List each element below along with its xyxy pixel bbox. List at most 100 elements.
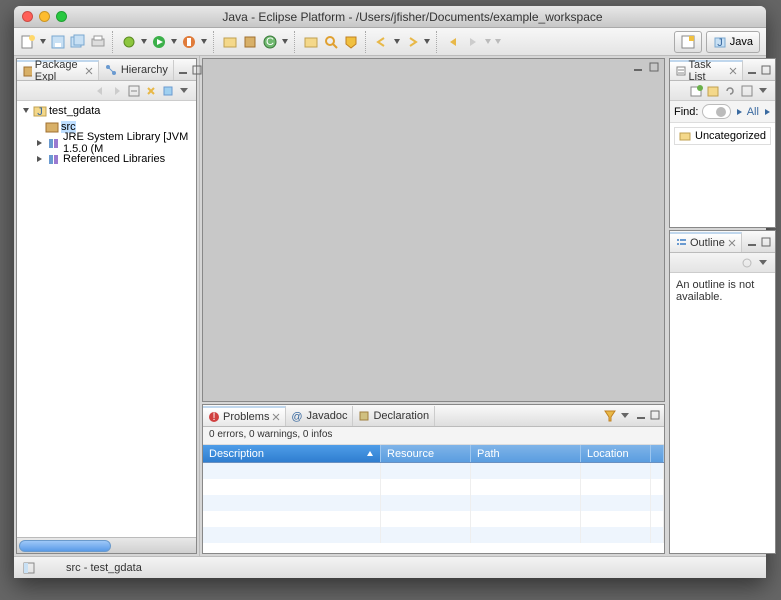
- dropdown-icon[interactable]: [40, 39, 46, 45]
- close-icon[interactable]: [85, 67, 93, 75]
- minimize-view-icon[interactable]: [746, 236, 758, 248]
- close-icon[interactable]: [729, 67, 737, 75]
- svg-text:!: !: [212, 411, 215, 423]
- find-input[interactable]: [702, 104, 730, 119]
- dropdown-icon[interactable]: [495, 39, 501, 45]
- twisty-collapsed-icon[interactable]: [35, 154, 45, 164]
- last-edit-icon[interactable]: [374, 34, 390, 50]
- problems-table-body[interactable]: [203, 463, 664, 553]
- view-menu-icon[interactable]: [757, 256, 771, 270]
- new-java-project-icon[interactable]: [222, 34, 238, 50]
- minimize-view-icon[interactable]: [635, 409, 647, 421]
- forward-history-icon[interactable]: [110, 84, 124, 98]
- task-list-body[interactable]: Uncategorized: [670, 123, 775, 227]
- clear-icon[interactable]: [716, 107, 726, 117]
- dropdown-icon[interactable]: [282, 39, 288, 45]
- column-path[interactable]: Path: [471, 445, 581, 462]
- new-wizard-icon[interactable]: [20, 34, 36, 50]
- minimize-view-icon[interactable]: [177, 64, 189, 76]
- tab-javadoc[interactable]: @ Javadoc: [286, 406, 353, 426]
- collapse-all-icon[interactable]: [740, 84, 754, 98]
- maximize-view-icon[interactable]: [649, 409, 661, 421]
- close-icon[interactable]: [272, 413, 280, 421]
- debug-icon[interactable]: [121, 34, 137, 50]
- tab-problems[interactable]: ! Problems: [203, 406, 286, 426]
- task-category[interactable]: Uncategorized: [674, 127, 771, 145]
- horizontal-scrollbar[interactable]: [17, 537, 196, 553]
- dropdown-icon[interactable]: [424, 39, 430, 45]
- synchronize-icon[interactable]: [723, 84, 737, 98]
- save-icon[interactable]: [50, 34, 66, 50]
- tab-outline[interactable]: Outline: [670, 232, 742, 252]
- column-location[interactable]: Location: [581, 445, 651, 462]
- maximize-view-icon[interactable]: [760, 64, 772, 76]
- focus-task-icon[interactable]: [740, 256, 754, 270]
- titlebar[interactable]: Java - Eclipse Platform - /Users/jfisher…: [14, 6, 766, 28]
- arrow-right-icon[interactable]: [763, 108, 771, 116]
- new-package-icon[interactable]: [242, 34, 258, 50]
- search-icon[interactable]: [323, 34, 339, 50]
- link-editor-icon[interactable]: [144, 84, 158, 98]
- task-find-row: Find: All: [670, 101, 775, 123]
- back-icon[interactable]: [445, 34, 461, 50]
- java-perspective-button[interactable]: J Java: [706, 31, 760, 53]
- new-class-icon[interactable]: C: [262, 34, 278, 50]
- close-icon[interactable]: [728, 239, 736, 247]
- tab-declaration[interactable]: Declaration: [353, 406, 435, 426]
- view-menu-icon[interactable]: [178, 84, 192, 98]
- close-window-button[interactable]: [22, 11, 33, 22]
- editor-area[interactable]: [202, 58, 665, 402]
- forward-icon[interactable]: [465, 34, 481, 50]
- tab-task-list[interactable]: Task List: [670, 60, 743, 80]
- open-perspective-button[interactable]: [674, 31, 702, 53]
- filters-icon[interactable]: [603, 409, 617, 423]
- fast-view-icon[interactable]: [22, 561, 36, 575]
- tree-project[interactable]: J test_gdata: [17, 103, 196, 119]
- table-row[interactable]: [203, 495, 664, 511]
- new-task-icon[interactable]: [689, 84, 703, 98]
- print-icon[interactable]: [90, 34, 106, 50]
- dropdown-icon[interactable]: [485, 39, 491, 45]
- dropdown-icon[interactable]: [394, 39, 400, 45]
- twisty-expanded-icon[interactable]: [21, 106, 31, 116]
- minimize-view-icon[interactable]: [746, 64, 758, 76]
- tree-jre-library[interactable]: JRE System Library [JVM 1.5.0 (M: [17, 135, 196, 151]
- toolbar-separator: [294, 31, 297, 53]
- annotation-icon[interactable]: [343, 34, 359, 50]
- collapse-all-icon[interactable]: [127, 84, 141, 98]
- dropdown-icon[interactable]: [141, 39, 147, 45]
- table-row[interactable]: [203, 511, 664, 527]
- dropdown-icon[interactable]: [171, 39, 177, 45]
- view-menu-icon[interactable]: [757, 84, 771, 98]
- save-all-icon[interactable]: [70, 34, 86, 50]
- tab-hierarchy[interactable]: Hierarchy: [99, 60, 174, 80]
- view-menu-icon[interactable]: [619, 409, 633, 423]
- column-resource[interactable]: Resource: [381, 445, 471, 462]
- external-tools-icon[interactable]: [181, 34, 197, 50]
- categorize-icon[interactable]: [706, 84, 720, 98]
- minimize-window-button[interactable]: [39, 11, 50, 22]
- back-history-icon[interactable]: [93, 84, 107, 98]
- scrollbar-thumb[interactable]: [19, 540, 111, 552]
- maximize-view-icon[interactable]: [760, 236, 772, 248]
- table-row[interactable]: [203, 463, 664, 479]
- java-project-icon: J: [33, 104, 47, 118]
- twisty-collapsed-icon[interactable]: [35, 138, 45, 148]
- run-icon[interactable]: [151, 34, 167, 50]
- table-row[interactable]: [203, 527, 664, 543]
- open-type-icon[interactable]: [303, 34, 319, 50]
- category-label: Uncategorized: [695, 130, 766, 142]
- zoom-window-button[interactable]: [56, 11, 67, 22]
- tab-label: Declaration: [373, 410, 429, 422]
- maximize-editor-icon[interactable]: [648, 61, 660, 73]
- tab-package-explorer[interactable]: Package Expl: [17, 60, 99, 80]
- dropdown-icon[interactable]: [201, 39, 207, 45]
- package-explorer-tree[interactable]: J test_gdata src JRE System Library [JVM…: [17, 101, 196, 537]
- column-description[interactable]: Description: [203, 445, 381, 462]
- table-row[interactable]: [203, 479, 664, 495]
- filters-icon[interactable]: [161, 84, 175, 98]
- arrow-right-icon[interactable]: [735, 108, 743, 116]
- all-filter-link[interactable]: All: [747, 106, 759, 118]
- minimize-editor-icon[interactable]: [632, 61, 644, 73]
- next-annotation-icon[interactable]: [404, 34, 420, 50]
